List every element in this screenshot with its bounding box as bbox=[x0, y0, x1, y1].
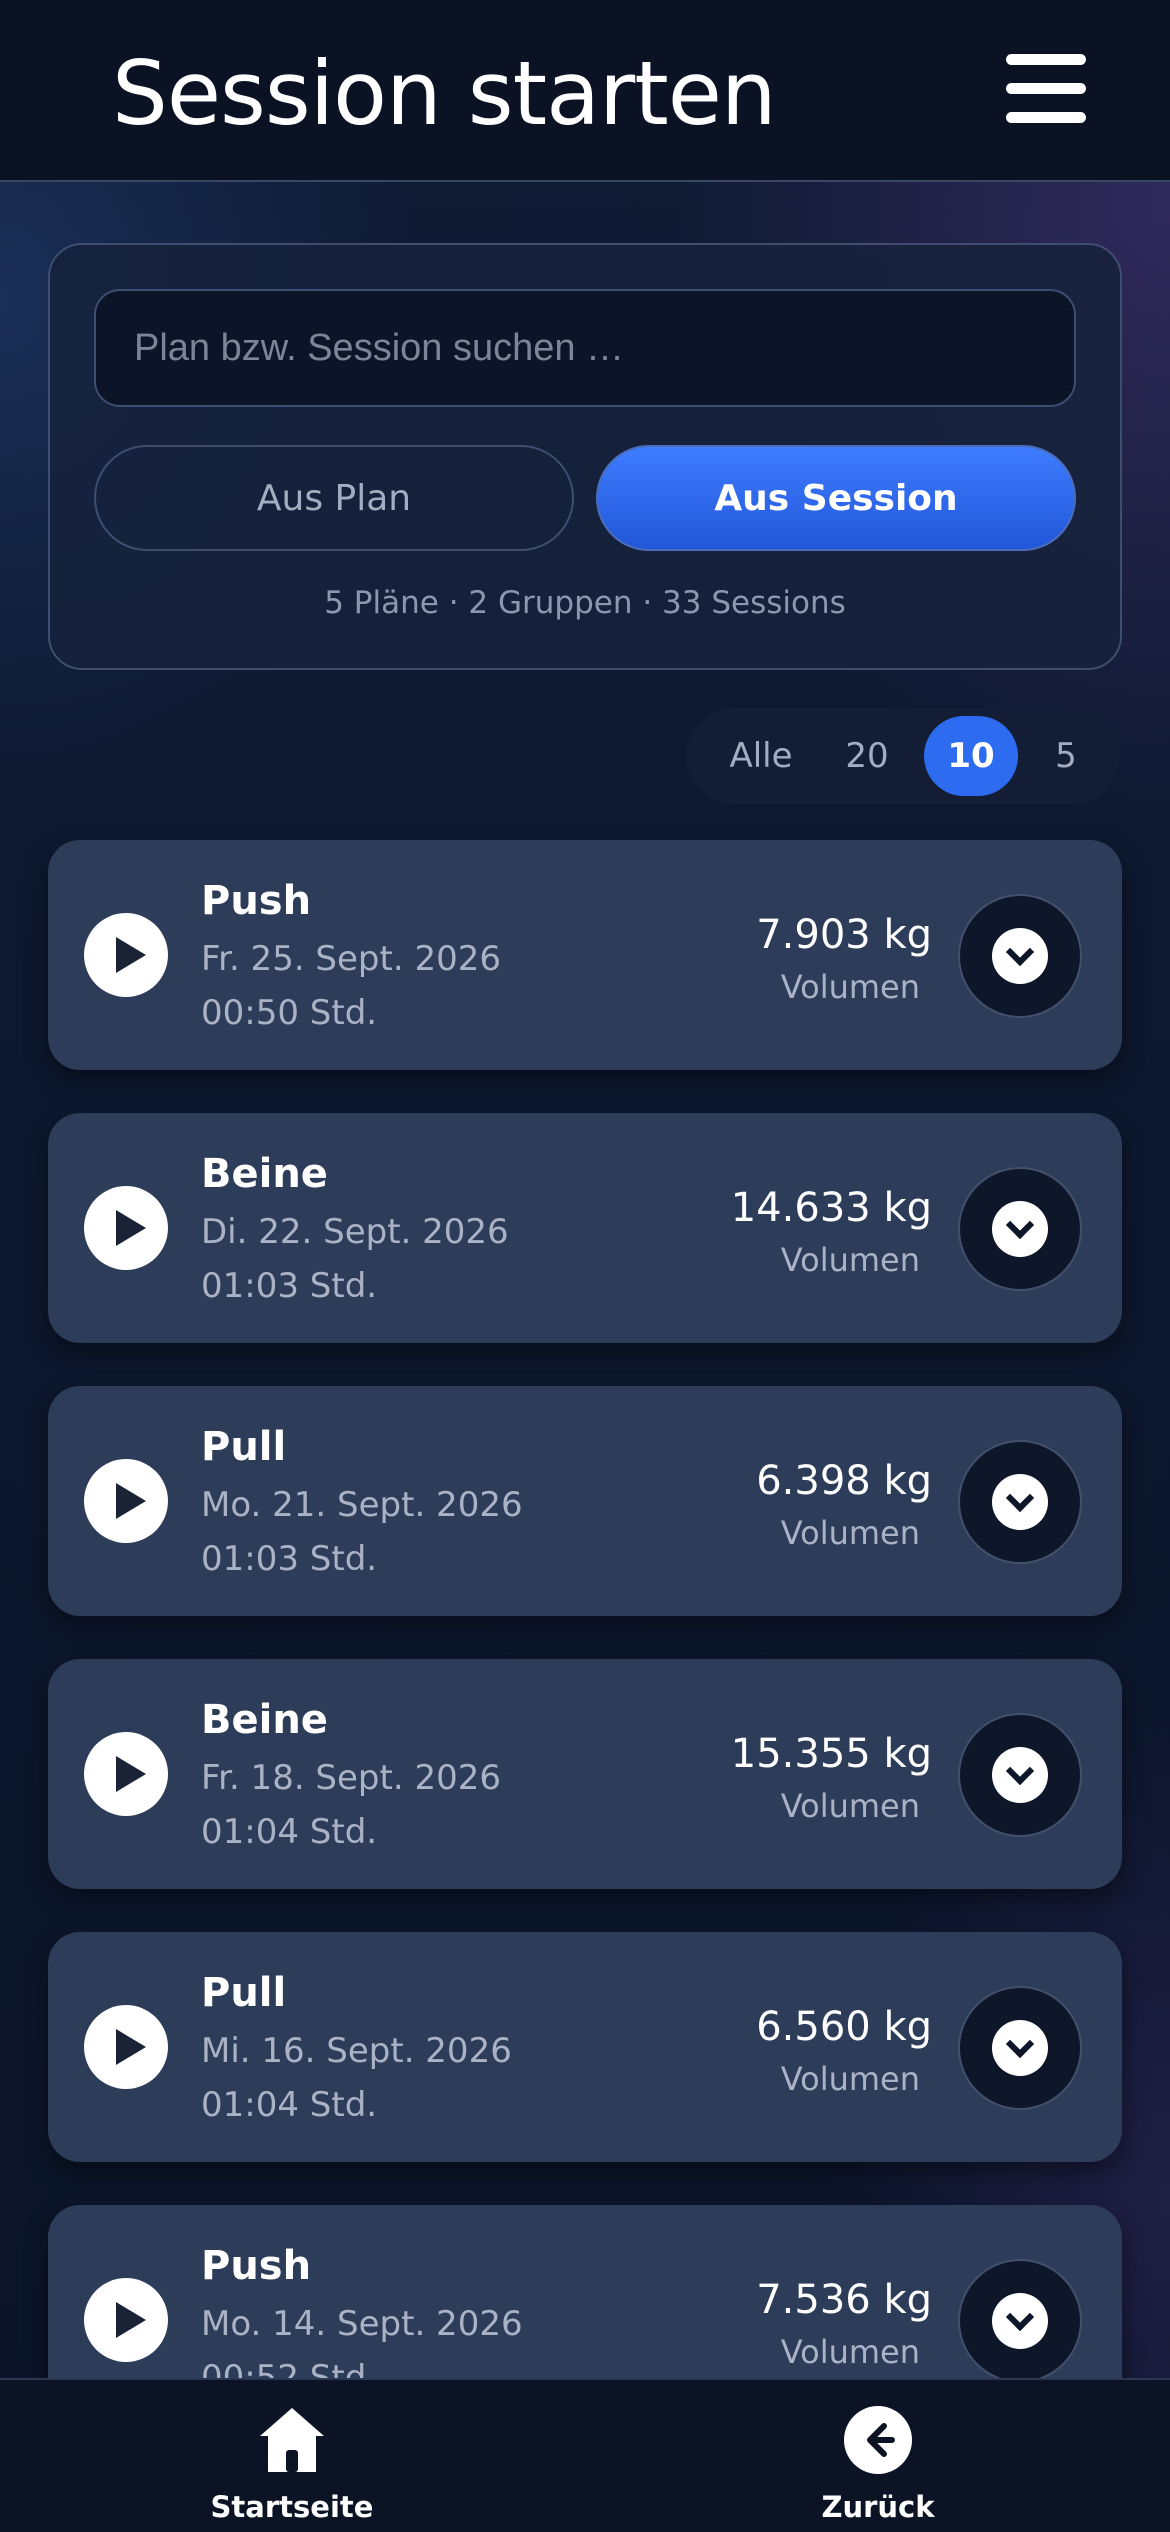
session-duration: 00:50 Std. bbox=[201, 993, 378, 1033]
back-arrow-icon bbox=[844, 2406, 912, 2474]
expand-button[interactable] bbox=[958, 1986, 1082, 2110]
nav-home[interactable]: Startseite bbox=[142, 2380, 442, 2532]
session-duration: 01:04 Std. bbox=[201, 2085, 378, 2125]
page-title: Session starten bbox=[112, 42, 777, 145]
session-date: Mo. 21. Sept. 2026 bbox=[201, 1485, 523, 1525]
search-panel: Aus Plan Aus Session 5 Pläne · 2 Gruppen… bbox=[48, 243, 1122, 670]
session-volume: 6.398 kg bbox=[756, 1458, 932, 1504]
play-icon[interactable] bbox=[84, 1459, 168, 1543]
session-date: Mo. 14. Sept. 2026 bbox=[201, 2304, 523, 2344]
hamburger-menu-icon[interactable] bbox=[1006, 52, 1086, 124]
session-date: Di. 22. Sept. 2026 bbox=[201, 1212, 509, 1252]
session-card[interactable]: Beine Di. 22. Sept. 2026 01:03 Std. 14.6… bbox=[48, 1113, 1122, 1343]
session-volume-label: Volumen bbox=[780, 2060, 920, 2098]
search-input[interactable] bbox=[94, 289, 1076, 407]
session-duration: 01:04 Std. bbox=[201, 1812, 378, 1852]
filter-chip-10[interactable]: 10 bbox=[924, 716, 1018, 796]
session-card[interactable]: Push Fr. 25. Sept. 2026 00:50 Std. 7.903… bbox=[48, 840, 1122, 1070]
session-volume-label: Volumen bbox=[780, 1241, 920, 1279]
session-card[interactable]: Beine Fr. 18. Sept. 2026 01:04 Std. 15.3… bbox=[48, 1659, 1122, 1889]
session-volume: 7.536 kg bbox=[756, 2277, 932, 2323]
play-icon[interactable] bbox=[84, 2005, 168, 2089]
filter-chip-5[interactable]: 5 bbox=[1030, 716, 1102, 796]
session-volume-label: Volumen bbox=[780, 1514, 920, 1552]
play-icon[interactable] bbox=[84, 913, 168, 997]
session-volume: 14.633 kg bbox=[730, 1185, 932, 1231]
play-icon[interactable] bbox=[84, 2278, 168, 2362]
menu-bar bbox=[1006, 83, 1086, 94]
session-card[interactable]: Pull Mi. 16. Sept. 2026 01:04 Std. 6.560… bbox=[48, 1932, 1122, 2162]
session-volume-label: Volumen bbox=[780, 968, 920, 1006]
from-session-button[interactable]: Aus Session bbox=[596, 445, 1076, 551]
app-header: Session starten bbox=[0, 0, 1170, 182]
session-volume: 15.355 kg bbox=[730, 1731, 932, 1777]
expand-button[interactable] bbox=[958, 894, 1082, 1018]
expand-button[interactable] bbox=[958, 1440, 1082, 1564]
session-name: Beine bbox=[201, 1151, 328, 1197]
session-duration: 01:03 Std. bbox=[201, 1266, 378, 1306]
session-name: Pull bbox=[201, 1970, 287, 2016]
nav-back-label: Zurück bbox=[821, 2490, 935, 2524]
filter-chip-20[interactable]: 20 bbox=[822, 716, 912, 796]
count-filter: Alle 20 10 5 bbox=[686, 708, 1120, 804]
filter-chip-all[interactable]: Alle bbox=[706, 716, 816, 796]
stats-summary: 5 Pläne · 2 Gruppen · 33 Sessions bbox=[324, 585, 846, 621]
chevron-down-icon bbox=[992, 1474, 1048, 1530]
session-name: Beine bbox=[201, 1697, 328, 1743]
session-name: Push bbox=[201, 2243, 312, 2289]
session-volume-label: Volumen bbox=[780, 1787, 920, 1825]
session-date: Fr. 25. Sept. 2026 bbox=[201, 939, 501, 979]
chevron-down-icon bbox=[992, 928, 1048, 984]
chevron-down-icon bbox=[992, 2293, 1048, 2349]
arrow-left-icon bbox=[867, 2423, 895, 2457]
chevron-down-icon bbox=[992, 1201, 1048, 1257]
session-date: Mi. 16. Sept. 2026 bbox=[201, 2031, 512, 2071]
session-card[interactable]: Pull Mo. 21. Sept. 2026 01:03 Std. 6.398… bbox=[48, 1386, 1122, 1616]
menu-bar bbox=[1006, 112, 1086, 123]
play-icon[interactable] bbox=[84, 1732, 168, 1816]
session-name: Pull bbox=[201, 1424, 287, 1470]
session-date: Fr. 18. Sept. 2026 bbox=[201, 1758, 501, 1798]
chevron-down-icon bbox=[992, 1747, 1048, 1803]
session-volume: 6.560 kg bbox=[756, 2004, 932, 2050]
expand-button[interactable] bbox=[958, 2259, 1082, 2383]
session-name: Push bbox=[201, 878, 312, 924]
bottom-navigation: Startseite Zurück bbox=[0, 2378, 1170, 2532]
expand-button[interactable] bbox=[958, 1713, 1082, 1837]
chevron-down-icon bbox=[992, 2020, 1048, 2076]
nav-back[interactable]: Zurück bbox=[728, 2380, 1028, 2532]
session-volume: 7.903 kg bbox=[756, 912, 932, 958]
from-plan-button[interactable]: Aus Plan bbox=[94, 445, 574, 551]
session-duration: 01:03 Std. bbox=[201, 1539, 378, 1579]
menu-bar bbox=[1006, 54, 1086, 65]
play-icon[interactable] bbox=[84, 1186, 168, 1270]
expand-button[interactable] bbox=[958, 1167, 1082, 1291]
nav-home-label: Startseite bbox=[210, 2490, 374, 2524]
home-icon bbox=[260, 2408, 324, 2472]
session-volume-label: Volumen bbox=[780, 2333, 920, 2371]
